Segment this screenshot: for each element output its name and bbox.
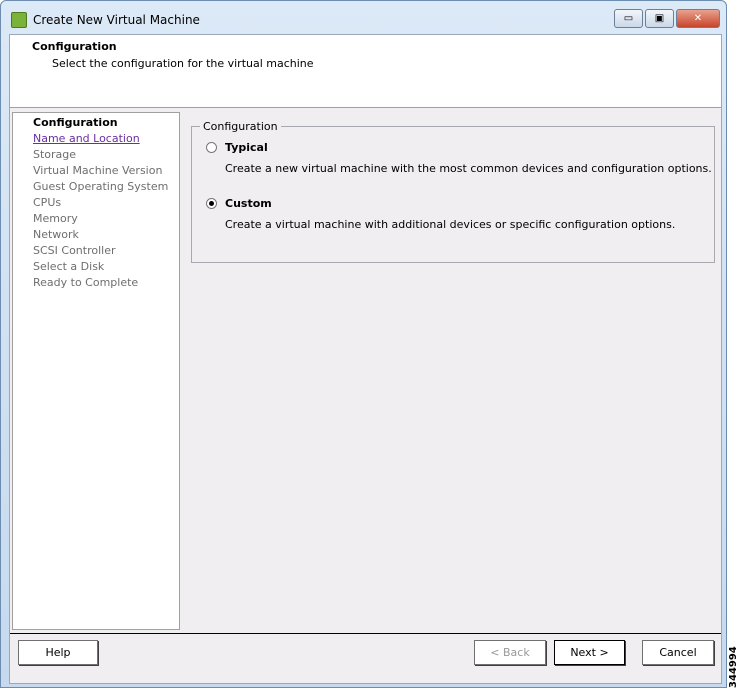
step-scsi-controller: SCSI Controller [33,244,116,257]
wizard-header: Configuration Select the configuration f… [10,35,721,108]
cancel-button[interactable]: Cancel [642,640,714,665]
step-memory: Memory [33,212,78,225]
wizard-steps: Configuration Name and Location Storage … [12,112,180,630]
step-storage: Storage [33,148,77,161]
vsphere-app-icon [11,12,27,28]
step-vm-version: Virtual Machine Version [33,164,163,177]
typical-label[interactable]: Typical [225,141,268,154]
custom-radio[interactable] [206,198,217,209]
title-bar: Create New Virtual Machine [11,10,200,30]
typical-description: Create a new virtual machine with the mo… [225,162,712,175]
step-select-disk: Select a Disk [33,260,105,273]
wizard-window: Create New Virtual Machine ▭ ▣ ✕ Configu… [0,0,727,688]
step-cpus: CPUs [33,196,62,209]
maximize-button[interactable]: ▣ [645,9,674,28]
group-legend: Configuration [200,120,281,133]
page-subtitle: Select the configuration for the virtual… [52,57,314,70]
figure-id-watermark: 344994 [728,646,739,688]
step-network: Network [33,228,79,241]
window-title: Create New Virtual Machine [33,13,200,27]
step-name-and-location[interactable]: Name and Location [33,132,140,145]
step-guest-os: Guest Operating System [33,180,169,193]
footer-divider [10,633,721,634]
typical-radio[interactable] [206,142,217,153]
custom-description: Create a virtual machine with additional… [225,218,676,231]
custom-label[interactable]: Custom [225,197,272,210]
back-button[interactable]: < Back [474,640,546,665]
next-button[interactable]: Next > [554,640,625,665]
wizard-body: Configuration Select the configuration f… [9,34,722,684]
step-configuration: Configuration [33,116,118,129]
minimize-button[interactable]: ▭ [614,9,643,28]
configuration-group: Configuration Typical Create a new virtu… [191,120,715,263]
step-ready-to-complete: Ready to Complete [33,276,139,289]
page-title: Configuration [32,40,117,53]
close-button[interactable]: ✕ [676,9,720,28]
help-button[interactable]: Help [18,640,98,665]
